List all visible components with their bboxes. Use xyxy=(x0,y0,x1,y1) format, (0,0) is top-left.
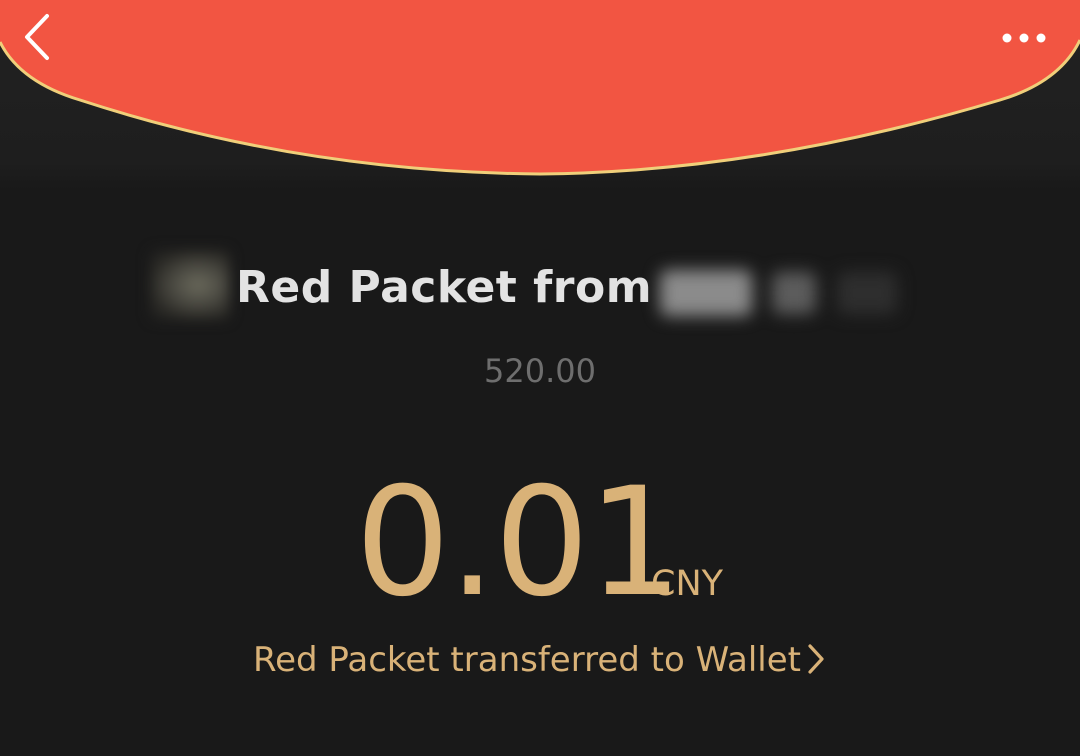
back-button[interactable] xyxy=(14,10,64,66)
sender-avatar xyxy=(150,250,230,320)
received-amount: 0.01 xyxy=(355,456,683,630)
wallet-link-label: Red Packet transferred to Wallet xyxy=(252,640,802,680)
more-options-button[interactable] xyxy=(998,20,1058,56)
red-packet-cover xyxy=(0,0,1080,180)
wallet-link[interactable]: Red Packet transferred to Wallet xyxy=(0,640,1080,680)
sender-name-redacted xyxy=(652,262,932,322)
chevron-right-icon xyxy=(808,643,824,674)
packet-memo: 520.00 xyxy=(484,352,596,390)
red-packet-detail-screen: Red Packet from 520.00 0.01 CNY Red Pack… xyxy=(0,0,1080,756)
currency-label: CNY xyxy=(651,564,723,604)
sender-row: Red Packet from xyxy=(0,232,1080,336)
more-horizontal-icon xyxy=(1002,33,1046,43)
packet-title: Red Packet from xyxy=(236,262,653,313)
chevron-left-icon xyxy=(25,14,49,60)
